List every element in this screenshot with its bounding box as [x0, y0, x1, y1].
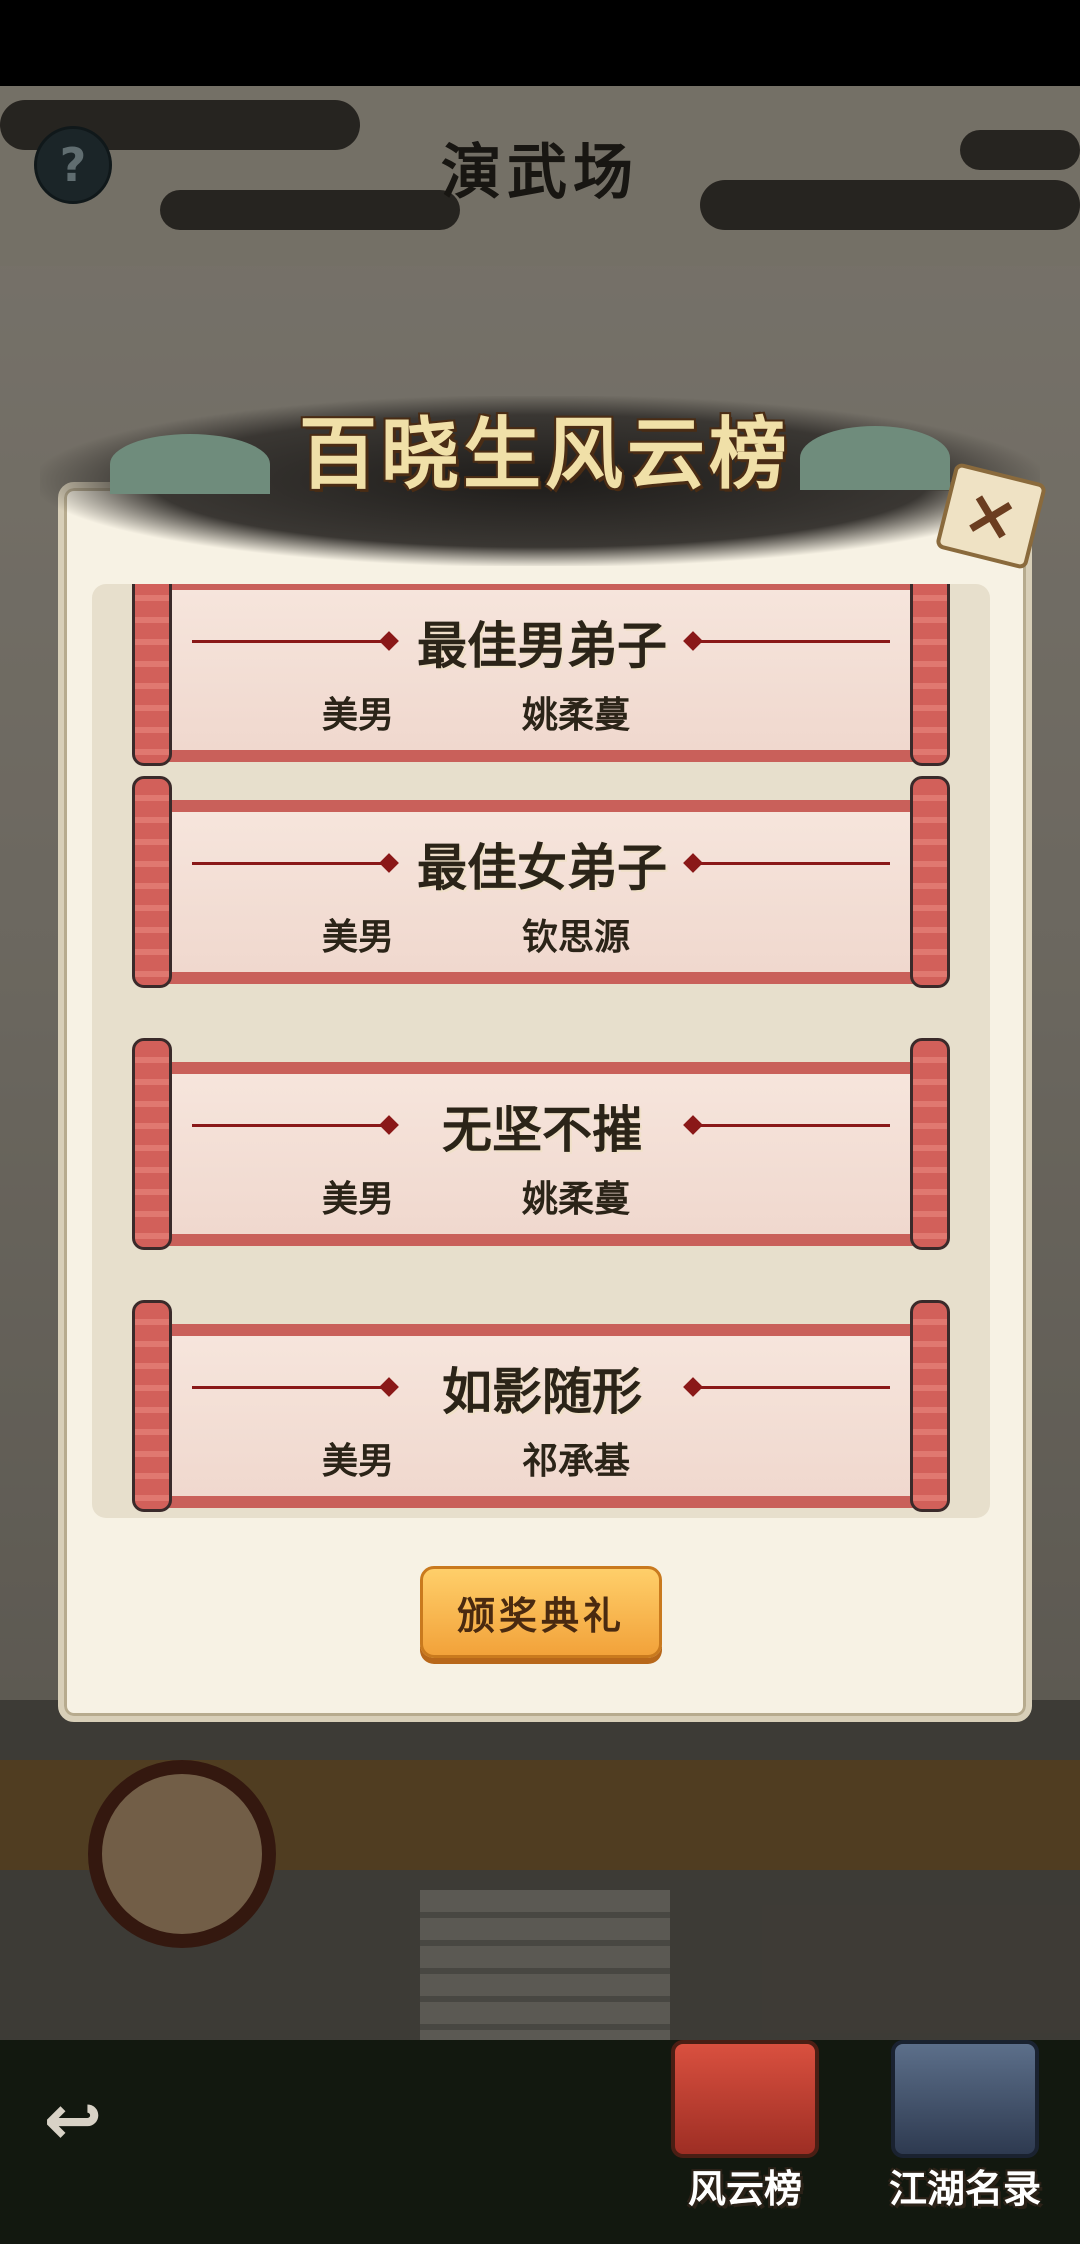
book-icon	[891, 2040, 1039, 2158]
divider	[192, 640, 382, 643]
scroll-roller	[132, 776, 172, 988]
award-title: 如影随形	[442, 1362, 642, 1421]
divider	[192, 862, 382, 865]
divider	[700, 1386, 890, 1389]
award-item: 最佳男弟子 美男 姚柔蔓	[132, 584, 950, 766]
award-winner: 祁承基	[522, 1441, 631, 1482]
scroll-roller	[910, 776, 950, 988]
scroll-roller	[910, 1038, 950, 1250]
award-item: 最佳女弟子 美男 钦思源	[132, 776, 950, 988]
divider	[700, 862, 890, 865]
scroll-roller	[132, 1300, 172, 1512]
scroll-icon	[671, 2040, 819, 2158]
award-winner: 姚柔蔓	[522, 1179, 631, 1220]
award-category: 美男	[322, 1441, 395, 1482]
divider	[192, 1386, 382, 1389]
nav-directory[interactable]: 江湖名录	[880, 2040, 1050, 2211]
divider	[700, 1124, 890, 1127]
scroll-roller	[132, 1038, 172, 1250]
scroll-roller	[132, 584, 172, 766]
award-ceremony-button[interactable]: 颁奖典礼	[420, 1566, 662, 1658]
award-title: 最佳男弟子	[417, 616, 667, 675]
award-category: 美男	[322, 917, 395, 958]
divider	[700, 640, 890, 643]
back-icon[interactable]: ↩	[18, 2079, 128, 2161]
award-title: 无坚不摧	[442, 1100, 642, 1159]
awards-list[interactable]: 最佳男弟子 美男 姚柔蔓 最佳女弟子 美男 钦思源 无坚不摧 美男 姚柔蔓 如影…	[92, 584, 990, 1518]
nav-rankings-label: 风云榜	[687, 2167, 802, 2211]
panel-title: 百晓生风云榜	[298, 409, 791, 500]
award-category: 美男	[322, 1179, 395, 1220]
nav-rankings[interactable]: 风云榜	[660, 2040, 830, 2211]
nav-directory-label: 江湖名录	[888, 2167, 1041, 2211]
divider	[192, 1124, 382, 1127]
scroll-roller	[910, 584, 950, 766]
award-item: 无坚不摧 美男 姚柔蔓	[132, 1038, 950, 1250]
award-item: 如影随形 美男 祁承基	[132, 1300, 950, 1512]
award-category: 美男	[322, 695, 395, 736]
award-title: 最佳女弟子	[417, 838, 667, 897]
award-winner: 姚柔蔓	[522, 695, 631, 736]
scroll-roller	[910, 1300, 950, 1512]
award-winner: 钦思源	[522, 917, 631, 958]
